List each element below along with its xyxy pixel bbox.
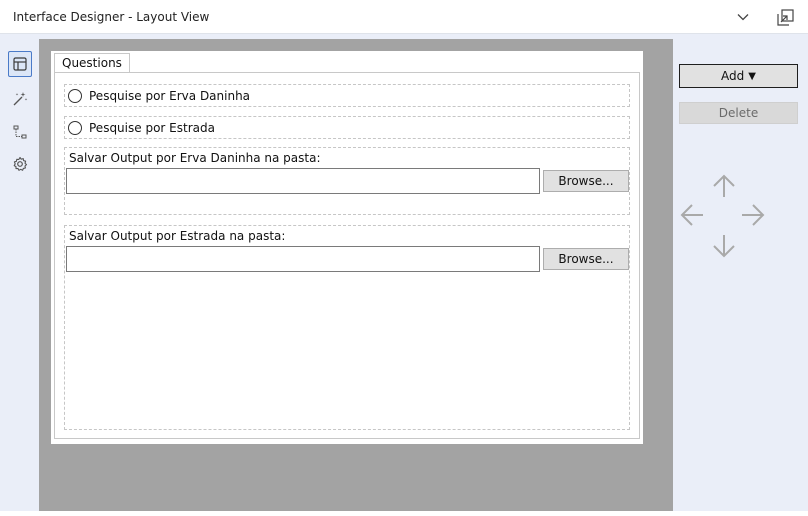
- tree-icon: [13, 125, 27, 139]
- delete-button[interactable]: Delete: [679, 102, 798, 124]
- radio-label: Pesquise por Erva Daninha: [89, 88, 251, 103]
- arrow-up-icon: [713, 174, 735, 197]
- weed-folder-container: Salvar Output por Erva Daninha na pasta:…: [64, 147, 630, 215]
- road-browse-button[interactable]: Browse...: [543, 248, 629, 270]
- road-folder-label: Salvar Output por Estrada na pasta:: [69, 229, 286, 243]
- wizard-button[interactable]: [9, 88, 31, 110]
- form-preview: Questions Pesquise por Erva Daninha Pesq…: [51, 51, 643, 444]
- arrow-left-icon: [680, 204, 703, 226]
- layout-view-icon: [13, 57, 27, 71]
- radio-label: Pesquise por Estrada: [89, 120, 215, 135]
- weed-folder-input[interactable]: [66, 168, 540, 194]
- move-up-button[interactable]: [709, 171, 739, 201]
- weed-browse-button[interactable]: Browse...: [543, 170, 629, 192]
- weed-folder-label: Salvar Output por Erva Daninha na pasta:: [69, 151, 321, 165]
- tab-panel: Pesquise por Erva Daninha Pesquise por E…: [54, 72, 640, 439]
- collapse-button[interactable]: [731, 5, 755, 29]
- add-button-label: Add: [721, 69, 745, 83]
- radio-road-container: Pesquise por Estrada: [64, 116, 630, 139]
- move-left-button[interactable]: [677, 200, 707, 230]
- chevron-down-icon: [737, 14, 749, 21]
- add-button[interactable]: Add ▼: [679, 64, 798, 88]
- right-panel: Add ▼ Delete: [673, 35, 808, 511]
- tab-questions[interactable]: Questions: [54, 53, 130, 73]
- road-folder-input[interactable]: [66, 246, 540, 272]
- undock-button[interactable]: [773, 5, 797, 29]
- title-bar: Interface Designer - Layout View: [0, 0, 808, 34]
- left-toolbar: [0, 35, 39, 511]
- wand-icon: [13, 92, 28, 106]
- radio-option-weed[interactable]: Pesquise por Erva Daninha: [65, 85, 629, 106]
- settings-button[interactable]: [9, 153, 31, 175]
- arrow-right-icon: [742, 204, 765, 226]
- road-folder-container: Salvar Output por Estrada na pasta: Brow…: [64, 225, 630, 430]
- dropdown-arrow-icon: ▼: [748, 70, 756, 82]
- arrow-down-icon: [713, 235, 735, 258]
- radio-button[interactable]: [68, 88, 82, 103]
- layout-view-button[interactable]: [8, 51, 32, 77]
- undock-icon: [776, 8, 794, 26]
- bottom-strip: [0, 511, 808, 516]
- radio-weed-container: Pesquise por Erva Daninha: [64, 84, 630, 107]
- tree-view-button[interactable]: [9, 121, 31, 143]
- gear-icon: [13, 156, 28, 171]
- move-down-button[interactable]: [709, 231, 739, 261]
- layout-canvas: Questions Pesquise por Erva Daninha Pesq…: [39, 39, 673, 511]
- radio-button[interactable]: [68, 120, 82, 135]
- move-right-button[interactable]: [738, 200, 768, 230]
- radio-option-road[interactable]: Pesquise por Estrada: [65, 117, 629, 138]
- window-title: Interface Designer - Layout View: [13, 10, 210, 24]
